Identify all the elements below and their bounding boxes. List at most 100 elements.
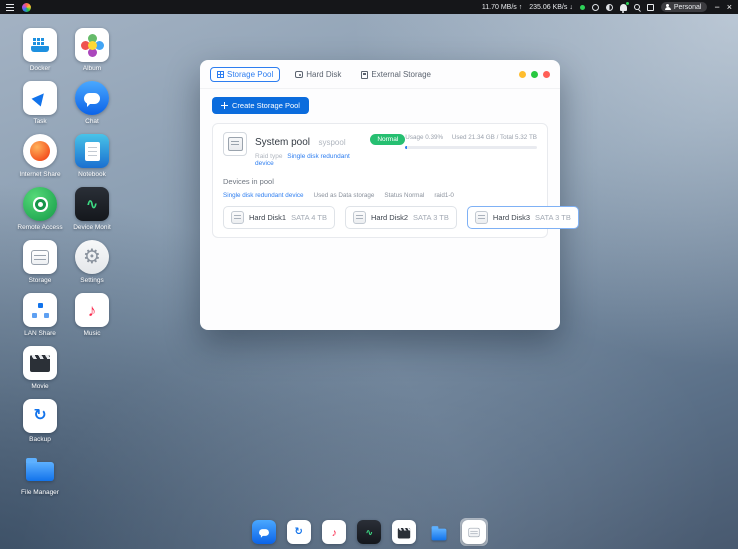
storage-pool-icon bbox=[217, 71, 224, 78]
os-logo-icon[interactable] bbox=[22, 3, 31, 12]
movie-icon bbox=[23, 346, 57, 380]
fullscreen-icon[interactable] bbox=[647, 4, 654, 11]
app-label: Movie bbox=[31, 383, 48, 390]
meta-used-as: Used as Data storage bbox=[314, 192, 375, 199]
docker-icon bbox=[23, 28, 57, 62]
tab-external-storage[interactable]: External Storage bbox=[356, 68, 436, 82]
window-header: Storage Pool Hard Disk External Storage bbox=[200, 60, 560, 89]
tab-storage-pool[interactable]: Storage Pool bbox=[210, 67, 280, 82]
app-label: Album bbox=[83, 65, 101, 72]
minimize-icon[interactable]: − bbox=[714, 0, 719, 14]
app-storage[interactable]: Storage bbox=[14, 240, 66, 293]
dock-item-backup[interactable]: ↻ bbox=[285, 518, 313, 546]
notifications-bell-icon[interactable] bbox=[620, 4, 627, 11]
dock-item-storage[interactable] bbox=[460, 518, 488, 546]
storage-icon bbox=[462, 520, 486, 544]
app-file-manager[interactable]: File Manager bbox=[14, 452, 66, 505]
notebook-icon bbox=[75, 134, 109, 168]
chat-icon bbox=[252, 520, 276, 544]
app-label: LAN Share bbox=[24, 330, 56, 337]
dock-item-music[interactable]: ♪ bbox=[320, 518, 348, 546]
user-menu[interactable]: Personal bbox=[661, 2, 708, 12]
task-icon bbox=[23, 81, 57, 115]
chat-icon bbox=[75, 81, 109, 115]
create-button-label: Create Storage Pool bbox=[232, 101, 300, 110]
disk-name: Hard Disk3 bbox=[493, 213, 530, 222]
backup-icon: ↻ bbox=[287, 520, 311, 544]
minimize-traffic-button[interactable] bbox=[519, 71, 526, 78]
device-monitor-icon: ∿ bbox=[357, 520, 381, 544]
app-label: Backup bbox=[29, 436, 51, 443]
upload-speed: 11.70 MB/s ↑ bbox=[482, 4, 522, 11]
app-settings[interactable]: ⚙ Settings bbox=[66, 240, 118, 293]
disk-detail: SATA 4 TB bbox=[291, 213, 327, 222]
app-label: Chat bbox=[85, 118, 99, 125]
app-label: Task bbox=[33, 118, 46, 125]
app-notebook[interactable]: Notebook bbox=[66, 134, 118, 187]
device-monitor-icon: ∿ bbox=[75, 187, 109, 221]
user-icon bbox=[665, 4, 671, 10]
app-music[interactable]: ♪ Music bbox=[66, 293, 118, 346]
hard-disk-icon bbox=[295, 71, 303, 78]
settings-gear-icon: ⚙ bbox=[75, 240, 109, 274]
close-traffic-button[interactable] bbox=[543, 71, 550, 78]
pool-icon bbox=[223, 132, 247, 156]
app-label: Device Monit bbox=[73, 224, 111, 231]
tab-hard-disk[interactable]: Hard Disk bbox=[290, 68, 346, 82]
user-label: Personal bbox=[674, 4, 702, 11]
hard-disk-icon bbox=[475, 211, 488, 224]
dock-item-movie[interactable] bbox=[390, 518, 418, 546]
menu-icon[interactable] bbox=[6, 4, 14, 11]
internet-share-icon bbox=[23, 134, 57, 168]
disk-card-2[interactable]: Hard Disk2 SATA 3 TB bbox=[345, 206, 457, 229]
window-tabs: Storage Pool Hard Disk External Storage bbox=[210, 67, 436, 82]
app-movie[interactable]: Movie bbox=[14, 346, 66, 399]
hard-disk-icon bbox=[353, 211, 366, 224]
screen: 11.70 MB/s ↑ 235.06 KB/s ↓ Personal − × … bbox=[0, 0, 738, 549]
backup-icon: ↻ bbox=[23, 399, 57, 433]
disk-name: Hard Disk1 bbox=[249, 213, 286, 222]
app-label: Storage bbox=[29, 277, 52, 284]
cpu-status-icon[interactable] bbox=[592, 4, 599, 11]
app-internet-share[interactable]: Internet Share bbox=[14, 134, 66, 187]
maximize-traffic-button[interactable] bbox=[531, 71, 538, 78]
status-badge: Normal bbox=[370, 134, 405, 145]
pool-alias: syspool bbox=[318, 138, 345, 147]
file-manager-icon bbox=[23, 452, 57, 486]
search-icon[interactable] bbox=[634, 4, 640, 10]
movie-icon bbox=[392, 520, 416, 544]
app-remote-access[interactable]: Remote Access bbox=[14, 187, 66, 240]
usage-block: Usage 0.39% Used 21.34 GB / Total 5.32 T… bbox=[405, 134, 537, 149]
pool-name: System pool bbox=[255, 137, 310, 148]
meta-raid-type[interactable]: Single disk redundant device bbox=[223, 192, 304, 199]
music-icon: ♪ bbox=[322, 520, 346, 544]
disk-card-3[interactable]: Hard Disk3 SATA 3 TB bbox=[467, 206, 579, 229]
tab-label: Hard Disk bbox=[306, 70, 341, 79]
pool-header: System pool syspool Raid type Single dis… bbox=[223, 132, 537, 167]
app-device-monit[interactable]: ∿ Device Monit bbox=[66, 187, 118, 240]
app-label: File Manager bbox=[21, 489, 59, 496]
devices-meta: Single disk redundant device Used as Dat… bbox=[223, 192, 537, 199]
app-lan-share[interactable]: LAN Share bbox=[14, 293, 66, 346]
memory-status-icon[interactable] bbox=[606, 4, 613, 11]
close-icon[interactable]: × bbox=[727, 0, 732, 14]
storage-manager-window: Storage Pool Hard Disk External Storage bbox=[200, 60, 560, 330]
create-storage-pool-button[interactable]: Create Storage Pool bbox=[212, 97, 309, 114]
dock-item-file-manager[interactable] bbox=[425, 518, 453, 546]
music-icon: ♪ bbox=[75, 293, 109, 327]
app-task[interactable]: Task bbox=[14, 81, 66, 134]
dock-item-chat[interactable] bbox=[250, 518, 278, 546]
usage-label: Usage 0.39% bbox=[405, 134, 443, 141]
disk-card-1[interactable]: Hard Disk1 SATA 4 TB bbox=[223, 206, 335, 229]
tab-label: External Storage bbox=[371, 70, 431, 79]
dock-item-device-monit[interactable]: ∿ bbox=[355, 518, 383, 546]
app-backup[interactable]: ↻ Backup bbox=[14, 399, 66, 452]
plus-icon bbox=[221, 102, 228, 109]
lan-share-icon bbox=[23, 293, 57, 327]
app-chat[interactable]: Chat bbox=[66, 81, 118, 134]
app-album[interactable]: Album bbox=[66, 28, 118, 81]
file-manager-icon bbox=[427, 520, 451, 544]
app-docker[interactable]: Docker bbox=[14, 28, 66, 81]
usage-progress-fill bbox=[405, 146, 406, 149]
remote-access-icon bbox=[23, 187, 57, 221]
